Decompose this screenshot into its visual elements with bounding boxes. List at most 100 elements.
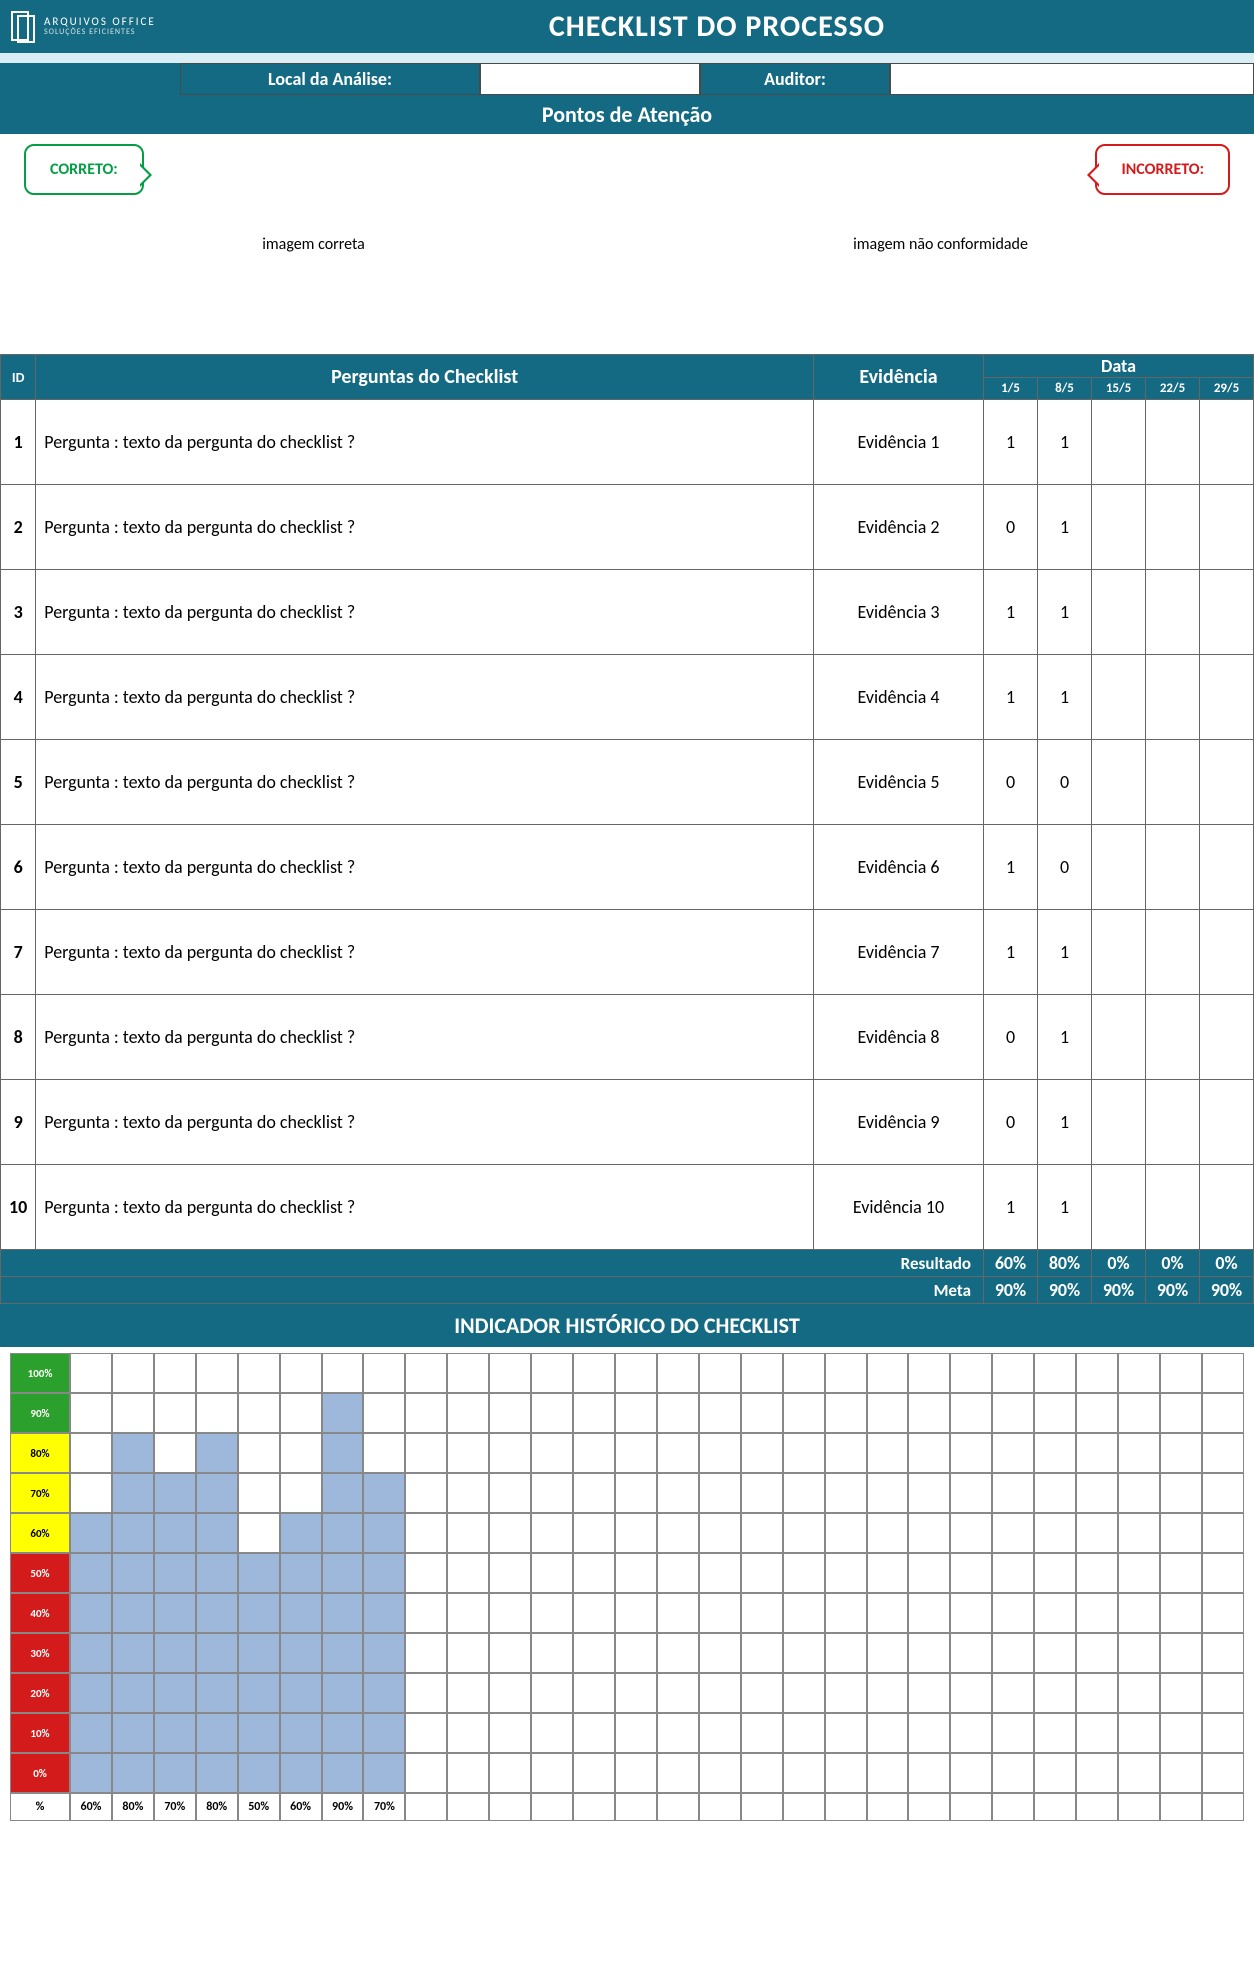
chart-cell [741, 1393, 783, 1433]
row-id: 7 [1, 910, 36, 995]
row-value[interactable]: 1 [1038, 655, 1092, 740]
chart-cell [363, 1673, 405, 1713]
chart-column [363, 1353, 405, 1793]
row-value[interactable]: 1 [1038, 910, 1092, 995]
chart-cell [950, 1633, 992, 1673]
row-value[interactable] [1146, 655, 1200, 740]
row-value[interactable]: 1 [984, 570, 1038, 655]
row-value[interactable] [1146, 570, 1200, 655]
row-value[interactable] [1200, 1080, 1254, 1165]
row-value[interactable]: 1 [984, 400, 1038, 485]
row-value[interactable] [1092, 1165, 1146, 1250]
row-value[interactable]: 1 [984, 825, 1038, 910]
local-input[interactable] [480, 63, 700, 95]
row-value[interactable]: 1 [1038, 1080, 1092, 1165]
row-value[interactable] [1092, 570, 1146, 655]
row-value[interactable] [1146, 995, 1200, 1080]
x-label [1160, 1793, 1202, 1821]
chart-cell [783, 1393, 825, 1433]
row-value[interactable] [1146, 1080, 1200, 1165]
row-value[interactable] [1146, 740, 1200, 825]
row-value[interactable] [1200, 825, 1254, 910]
row-value[interactable] [1146, 485, 1200, 570]
chart-cell [1160, 1753, 1202, 1793]
row-value[interactable] [1092, 400, 1146, 485]
row-value[interactable] [1092, 740, 1146, 825]
row-evidence: Evidência 3 [814, 570, 984, 655]
chart-cell [70, 1513, 112, 1553]
chart-cell [573, 1353, 615, 1393]
row-value[interactable]: 1 [984, 655, 1038, 740]
row-value[interactable] [1200, 400, 1254, 485]
chart-column [405, 1353, 447, 1793]
row-value[interactable]: 1 [1038, 995, 1092, 1080]
row-value[interactable]: 1 [1038, 1165, 1092, 1250]
chart-cell [825, 1393, 867, 1433]
chart-cell [1076, 1673, 1118, 1713]
x-label [1034, 1793, 1076, 1821]
row-value[interactable]: 0 [984, 995, 1038, 1080]
divider [0, 53, 1254, 63]
row-value[interactable] [1200, 1165, 1254, 1250]
row-question: Pergunta : texto da pergunta do checklis… [36, 995, 814, 1080]
row-value[interactable] [1200, 655, 1254, 740]
row-value[interactable] [1200, 570, 1254, 655]
chart-cell [741, 1713, 783, 1753]
logo-icon [10, 10, 36, 44]
row-value[interactable]: 1 [1038, 400, 1092, 485]
row-value[interactable]: 1 [984, 1165, 1038, 1250]
chart-cell [196, 1673, 238, 1713]
x-label [992, 1793, 1034, 1821]
chart-cell [741, 1433, 783, 1473]
chart-cell [70, 1633, 112, 1673]
chart-cell [280, 1473, 322, 1513]
row-value[interactable] [1146, 910, 1200, 995]
row-value[interactable] [1092, 825, 1146, 910]
chart-cell [447, 1633, 489, 1673]
row-value[interactable] [1092, 485, 1146, 570]
chart-cell [950, 1393, 992, 1433]
chart-cell [992, 1633, 1034, 1673]
row-value[interactable] [1200, 995, 1254, 1080]
row-value[interactable]: 0 [984, 1080, 1038, 1165]
row-value[interactable] [1092, 995, 1146, 1080]
auditor-input[interactable] [890, 63, 1254, 95]
row-value[interactable]: 0 [1038, 825, 1092, 910]
row-value[interactable]: 0 [984, 485, 1038, 570]
row-value[interactable]: 1 [984, 910, 1038, 995]
chart-cell [1118, 1473, 1160, 1513]
row-value[interactable]: 1 [1038, 485, 1092, 570]
chart-cell [867, 1353, 909, 1393]
chart-cell [280, 1553, 322, 1593]
x-label [531, 1793, 573, 1821]
chart-cell [783, 1713, 825, 1753]
x-label: 70% [154, 1793, 196, 1821]
chart-cell [867, 1473, 909, 1513]
chart-cell [1034, 1713, 1076, 1753]
chart-cell [1034, 1633, 1076, 1673]
row-value[interactable]: 0 [1038, 740, 1092, 825]
row-value[interactable] [1092, 910, 1146, 995]
row-value[interactable] [1146, 1165, 1200, 1250]
chart-cell [657, 1553, 699, 1593]
row-value[interactable] [1200, 740, 1254, 825]
chart-column [1202, 1353, 1244, 1793]
row-id: 10 [1, 1165, 36, 1250]
chart-cell [657, 1513, 699, 1553]
row-value[interactable] [1146, 825, 1200, 910]
chart-column [1076, 1353, 1118, 1793]
chart-cell [112, 1353, 154, 1393]
y-tick: 10% [10, 1713, 70, 1753]
row-value[interactable] [1092, 1080, 1146, 1165]
row-value[interactable]: 0 [984, 740, 1038, 825]
attention-title: Pontos de Atenção [0, 95, 1254, 134]
row-value[interactable]: 1 [1038, 570, 1092, 655]
row-value[interactable] [1200, 910, 1254, 995]
chart-cell [657, 1433, 699, 1473]
chart-cell [867, 1433, 909, 1473]
row-value[interactable] [1200, 485, 1254, 570]
row-value[interactable] [1092, 655, 1146, 740]
row-value[interactable] [1146, 400, 1200, 485]
correct-callout: CORRETO: [24, 144, 144, 195]
row-question: Pergunta : texto da pergunta do checklis… [36, 910, 814, 995]
